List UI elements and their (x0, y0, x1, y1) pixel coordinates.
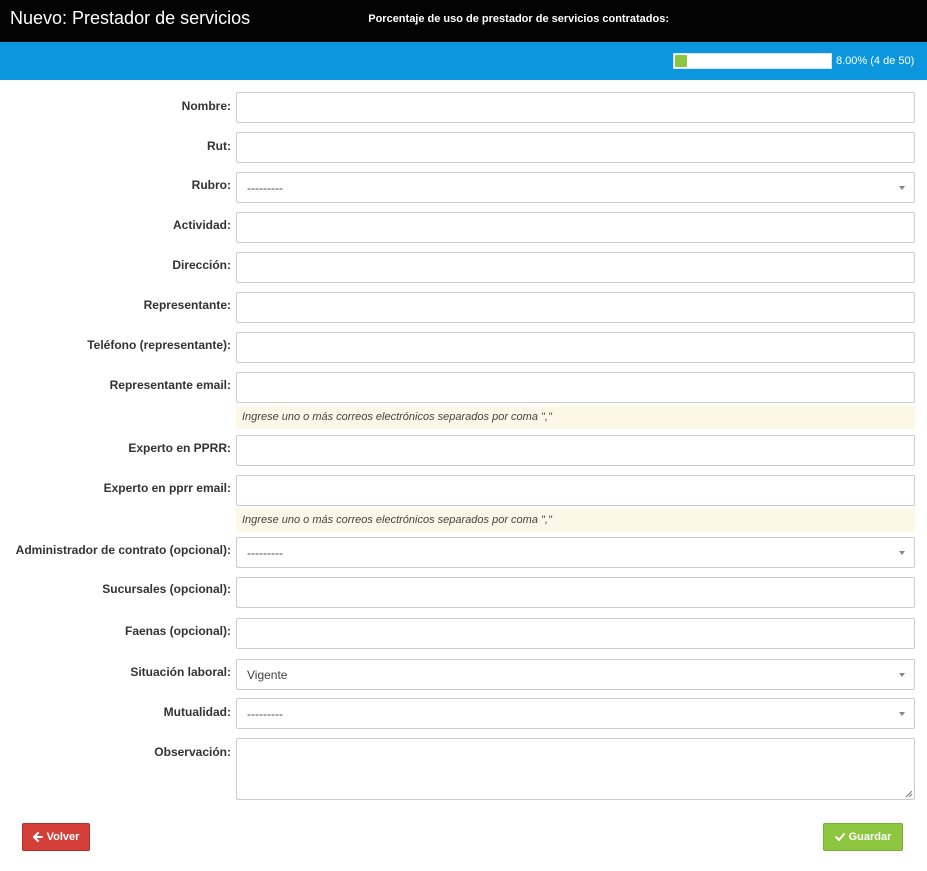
rubro-label: Rubro: (191, 178, 231, 192)
sucursales-input[interactable] (236, 577, 915, 608)
faenas-label: Faenas (opcional): (124, 624, 231, 638)
usage-label: Porcentaje de uso de prestador de servic… (368, 13, 669, 25)
usage-progress-bar (673, 53, 832, 69)
usage-progress-fill (675, 55, 687, 67)
rubro-select[interactable]: --------- (236, 172, 915, 203)
experto-email-help: Ingrese uno o más correos electrónicos s… (236, 509, 915, 532)
save-button[interactable]: Guardar (823, 823, 903, 851)
resize-grip-icon[interactable] (905, 790, 913, 798)
representante-email-input[interactable] (236, 372, 915, 403)
chevron-down-icon (899, 673, 905, 677)
direccion-label: Dirección: (172, 258, 231, 272)
situacion-select[interactable]: Vigente (236, 659, 915, 690)
chevron-down-icon (899, 551, 905, 555)
telefono-label: Teléfono (representante): (87, 338, 231, 352)
administrador-select[interactable]: --------- (236, 537, 915, 568)
usage-value: 8.00% (4 de 50) (836, 55, 915, 67)
rut-input[interactable] (236, 132, 915, 163)
save-button-label: Guardar (848, 831, 892, 843)
telefono-input[interactable] (236, 332, 915, 363)
sucursales-label: Sucursales (opcional): (102, 582, 231, 596)
experto-email-help-text: Ingrese uno o más correos electrónicos s… (242, 514, 552, 526)
direccion-input[interactable] (236, 252, 915, 283)
actividad-input[interactable] (236, 212, 915, 243)
situacion-selected-value: Vigente (247, 668, 288, 682)
check-icon (834, 832, 845, 842)
chevron-down-icon (899, 186, 905, 190)
situacion-label: Situación laboral: (130, 665, 231, 679)
nombre-input[interactable] (236, 92, 915, 123)
back-button[interactable]: Volver (22, 823, 90, 851)
mutualidad-select[interactable]: --------- (236, 698, 915, 729)
administrador-selected-value: --------- (247, 546, 283, 560)
mutualidad-selected-value: --------- (247, 707, 283, 721)
representante-input[interactable] (236, 292, 915, 323)
representante-email-help-text: Ingrese uno o más correos electrónicos s… (242, 411, 552, 423)
experto-email-input[interactable] (236, 475, 915, 506)
arrow-left-icon (32, 832, 43, 842)
chevron-down-icon (899, 712, 905, 716)
faenas-input[interactable] (236, 618, 915, 649)
page-title: Nuevo: Prestador de servicios (10, 8, 251, 28)
representante-email-help: Ingrese uno o más correos electrónicos s… (236, 406, 915, 429)
mutualidad-label: Mutualidad: (163, 705, 231, 719)
administrador-label: Administrador de contrato (opcional): (15, 543, 231, 557)
experto-input[interactable] (236, 435, 915, 466)
rut-label: Rut: (207, 139, 231, 153)
representante-email-label: Representante email: (109, 378, 231, 392)
experto-label: Experto en PPRR: (128, 441, 231, 455)
experto-email-label: Experto en pprr email: (103, 481, 231, 495)
rubro-selected-value: --------- (247, 181, 283, 195)
back-button-label: Volver (46, 831, 80, 843)
observacion-textarea[interactable] (236, 738, 915, 800)
nombre-label: Nombre: (181, 99, 231, 113)
observacion-label: Observación: (154, 745, 231, 759)
actividad-label: Actividad: (172, 218, 231, 232)
representante-label: Representante: (143, 298, 231, 312)
